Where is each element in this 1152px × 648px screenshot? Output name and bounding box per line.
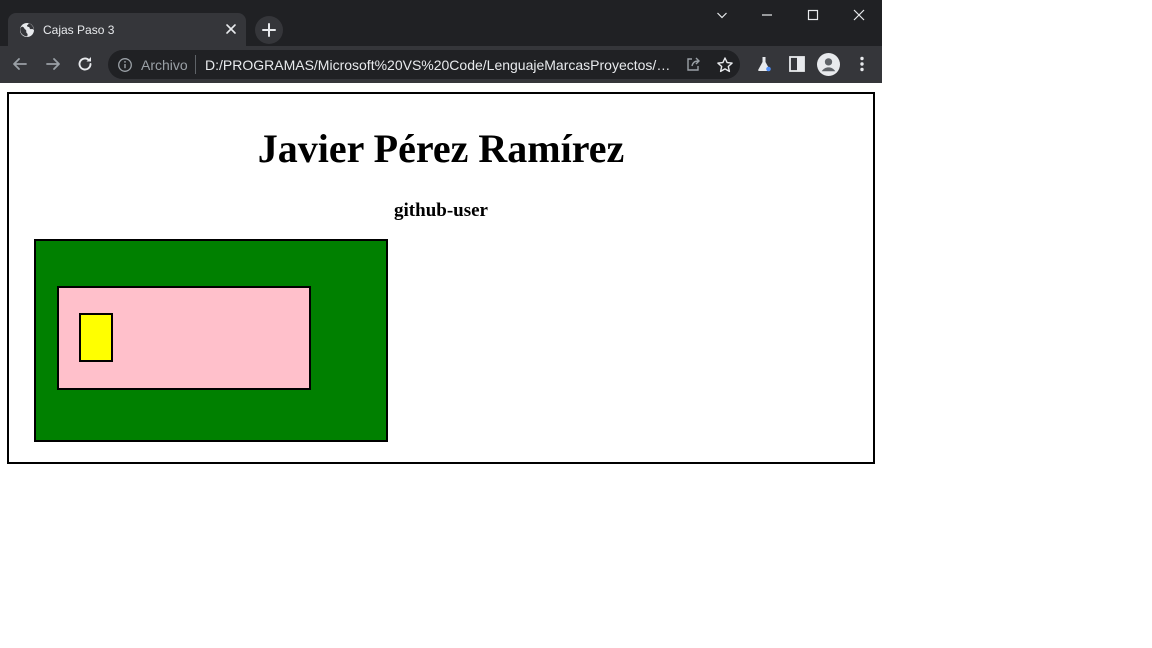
pink-box [57, 286, 311, 390]
reload-icon[interactable] [75, 54, 95, 74]
arrow-left-icon[interactable] [10, 54, 30, 74]
side-panel-icon[interactable] [787, 54, 807, 74]
share-icon[interactable] [684, 56, 702, 74]
tab-search-button[interactable] [700, 0, 745, 30]
globe-icon [20, 23, 34, 37]
maximize-icon [807, 9, 819, 21]
plus-icon [262, 23, 276, 37]
minimize-icon [762, 14, 772, 16]
avatar-icon[interactable] [817, 53, 840, 76]
close-window-button[interactable] [837, 0, 882, 30]
flask-icon[interactable] [754, 54, 774, 74]
close-icon [853, 9, 865, 21]
url-text[interactable]: D:/PROGRAMAS/Microsoft%20VS%20Code/Lengu… [205, 56, 677, 74]
chevron-down-icon [717, 12, 727, 19]
minimize-button[interactable] [745, 0, 790, 30]
new-tab-button[interactable] [255, 16, 283, 44]
tab-title: Cajas Paso 3 [43, 23, 115, 37]
star-icon[interactable] [716, 56, 734, 74]
omnibox-divider [195, 55, 196, 74]
close-tab-icon[interactable] [223, 21, 239, 37]
page-viewport: Javier Pérez Ramírez github-user [0, 83, 1152, 648]
browser-tab[interactable]: Cajas Paso 3 [8, 13, 246, 46]
address-bar[interactable]: Archivo D:/PROGRAMAS/Microsoft%20VS%20Co… [108, 50, 740, 79]
outer-box: Javier Pérez Ramírez github-user [7, 92, 875, 464]
green-box [34, 239, 388, 442]
kebab-menu-icon[interactable] [852, 54, 872, 74]
info-icon[interactable] [117, 57, 133, 73]
maximize-button[interactable] [791, 0, 836, 30]
page-title: Javier Pérez Ramírez [257, 126, 625, 171]
tab-strip: Cajas Paso 3 [0, 0, 882, 46]
browser-window: Cajas Paso 3 Archivo D:/PROGRAMAS/Micros… [0, 0, 882, 83]
browser-toolbar: Archivo D:/PROGRAMAS/Microsoft%20VS%20Co… [0, 46, 882, 83]
arrow-right-icon[interactable] [43, 54, 63, 74]
page-subtitle: github-user [394, 200, 488, 221]
security-label: Archivo [141, 57, 188, 73]
yellow-box [79, 313, 113, 362]
